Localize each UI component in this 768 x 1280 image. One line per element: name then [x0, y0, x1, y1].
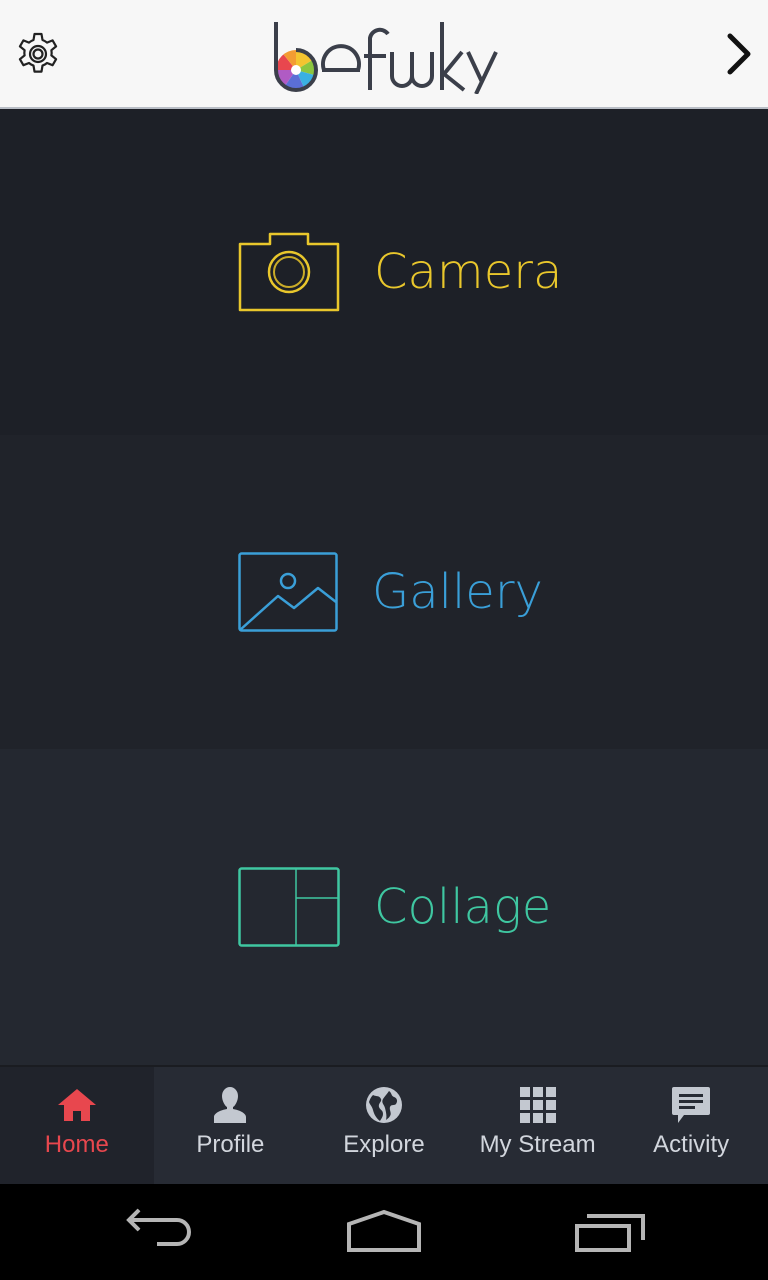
system-navigation-bar — [0, 1184, 768, 1280]
image-icon — [238, 552, 338, 632]
camera-section[interactable]: Camera — [0, 109, 768, 435]
camera-icon — [238, 232, 340, 312]
tab-my-stream[interactable]: My Stream — [461, 1067, 615, 1184]
chat-icon — [672, 1087, 711, 1123]
recents-icon[interactable] — [555, 1202, 665, 1262]
tab-profile[interactable]: Profile — [154, 1067, 308, 1184]
gear-icon[interactable] — [14, 30, 62, 78]
camera-label: Camera — [374, 244, 563, 300]
befunky-logo — [272, 18, 498, 95]
tab-activity-label: Activity — [653, 1131, 730, 1158]
home-icon — [57, 1089, 96, 1121]
collage-section[interactable]: Collage — [0, 749, 768, 1065]
collage-icon — [238, 867, 340, 947]
tab-home[interactable]: Home — [0, 1067, 154, 1184]
tab-activity[interactable]: Activity — [614, 1067, 768, 1184]
home-outline-icon[interactable] — [329, 1202, 439, 1262]
gallery-section[interactable]: Gallery — [0, 435, 768, 749]
back-icon[interactable] — [105, 1202, 215, 1262]
tab-explore-label: Explore — [343, 1131, 425, 1158]
tab-home-label: Home — [44, 1131, 109, 1158]
tab-my-stream-label: My Stream — [479, 1131, 596, 1158]
globe-icon — [365, 1087, 402, 1123]
grid-icon — [519, 1087, 556, 1123]
gallery-label: Gallery — [372, 564, 543, 620]
logo-mark — [274, 22, 498, 95]
person-icon — [214, 1087, 247, 1123]
collage-label: Collage — [374, 879, 552, 935]
chevron-right-icon[interactable] — [722, 32, 756, 76]
bottom-tab-bar: Home Profile Explore My Stream Activity — [0, 1065, 768, 1184]
app-header — [0, 0, 768, 109]
tab-profile-label: Profile — [196, 1131, 265, 1158]
tab-explore[interactable]: Explore — [307, 1067, 461, 1184]
